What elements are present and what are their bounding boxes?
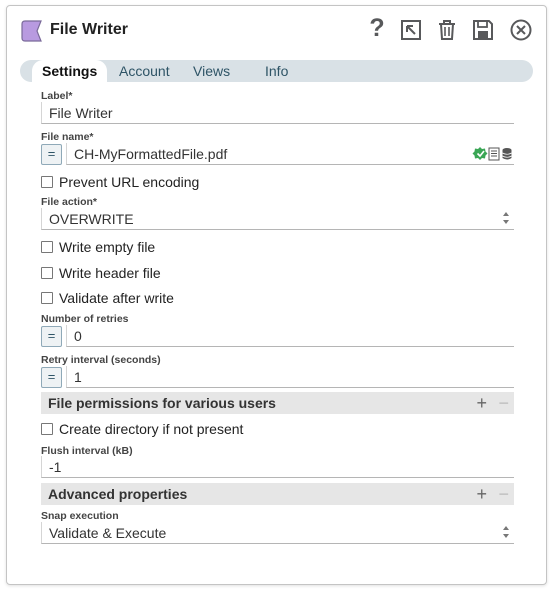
- section-title: Advanced properties: [48, 486, 188, 502]
- tab-account[interactable]: Account: [119, 60, 170, 82]
- select-arrows-icon: [503, 526, 509, 538]
- checkbox-label: Create directory if not present: [59, 421, 244, 437]
- file-action-field-label: File action*: [41, 196, 98, 208]
- retry-interval-input[interactable]: [66, 366, 514, 388]
- checkbox-box[interactable]: [41, 241, 53, 253]
- advanced-properties-section: Advanced properties + −: [41, 483, 514, 505]
- file-permissions-section: File permissions for various users + −: [41, 392, 514, 414]
- add-row-icon[interactable]: +: [476, 483, 487, 505]
- retries-expression-toggle[interactable]: =: [41, 326, 62, 347]
- create-directory-checkbox[interactable]: Create directory if not present: [41, 421, 271, 439]
- export-icon[interactable]: [398, 17, 424, 43]
- file-writer-dialog: File Writer ? Settings Account Views Inf…: [6, 5, 547, 585]
- dialog-title: File Writer: [50, 21, 128, 38]
- checkbox-box[interactable]: [41, 423, 53, 435]
- prevent-url-encoding-checkbox[interactable]: Prevent URL encoding: [41, 174, 241, 192]
- file-action-select[interactable]: OVERWRITE: [41, 208, 514, 230]
- validate-after-write-checkbox[interactable]: Validate after write: [41, 290, 221, 308]
- filename-field-label: File name*: [41, 131, 94, 143]
- write-header-file-checkbox[interactable]: Write header file: [41, 265, 221, 283]
- write-empty-file-checkbox[interactable]: Write empty file: [41, 239, 221, 257]
- valid-check-icon: [472, 147, 488, 160]
- section-title: File permissions for various users: [48, 395, 276, 411]
- tab-settings[interactable]: Settings: [32, 60, 108, 84]
- checkbox-label: Prevent URL encoding: [59, 174, 200, 190]
- title-bar: File Writer ?: [7, 6, 546, 56]
- trash-icon[interactable]: [434, 17, 460, 43]
- snap-execution-select[interactable]: Validate & Execute: [41, 522, 514, 544]
- checkbox-box[interactable]: [41, 292, 53, 304]
- filename-value: CH-MyFormattedFile.pdf: [74, 146, 228, 162]
- tab-info[interactable]: Info: [265, 60, 288, 82]
- remove-row-icon[interactable]: −: [498, 483, 509, 505]
- remove-row-icon[interactable]: −: [498, 392, 509, 414]
- add-row-icon[interactable]: +: [476, 392, 487, 414]
- checkbox-box[interactable]: [41, 176, 53, 188]
- select-arrows-icon: [503, 212, 509, 224]
- save-icon[interactable]: [470, 17, 496, 43]
- file-browse-icon[interactable]: [488, 147, 500, 161]
- filename-expression-toggle[interactable]: =: [41, 144, 62, 165]
- filename-input[interactable]: CH-MyFormattedFile.pdf: [66, 143, 514, 165]
- snap-execution-field-label: Snap execution: [41, 510, 119, 522]
- snap-icon: [21, 20, 42, 42]
- retries-field-label: Number of retries: [41, 313, 129, 325]
- label-input[interactable]: [41, 102, 514, 124]
- filename-tools: [472, 146, 514, 162]
- retry-interval-expression-toggle[interactable]: =: [41, 367, 62, 388]
- retries-input[interactable]: [66, 325, 514, 347]
- database-icon[interactable]: [502, 148, 512, 160]
- tab-bar: Settings Account Views Info: [20, 60, 533, 84]
- help-icon[interactable]: ?: [364, 16, 390, 42]
- snap-execution-value: Validate & Execute: [49, 525, 167, 541]
- file-action-value: OVERWRITE: [49, 211, 134, 227]
- checkbox-label: Validate after write: [59, 290, 174, 306]
- checkbox-box[interactable]: [41, 267, 53, 279]
- label-field-label: Label*: [41, 90, 73, 102]
- flush-interval-input[interactable]: [41, 456, 514, 478]
- checkbox-label: Write header file: [59, 265, 161, 281]
- tab-views[interactable]: Views: [193, 60, 230, 82]
- close-icon[interactable]: [508, 17, 534, 43]
- retry-interval-field-label: Retry interval (seconds): [41, 354, 161, 366]
- checkbox-label: Write empty file: [59, 239, 156, 255]
